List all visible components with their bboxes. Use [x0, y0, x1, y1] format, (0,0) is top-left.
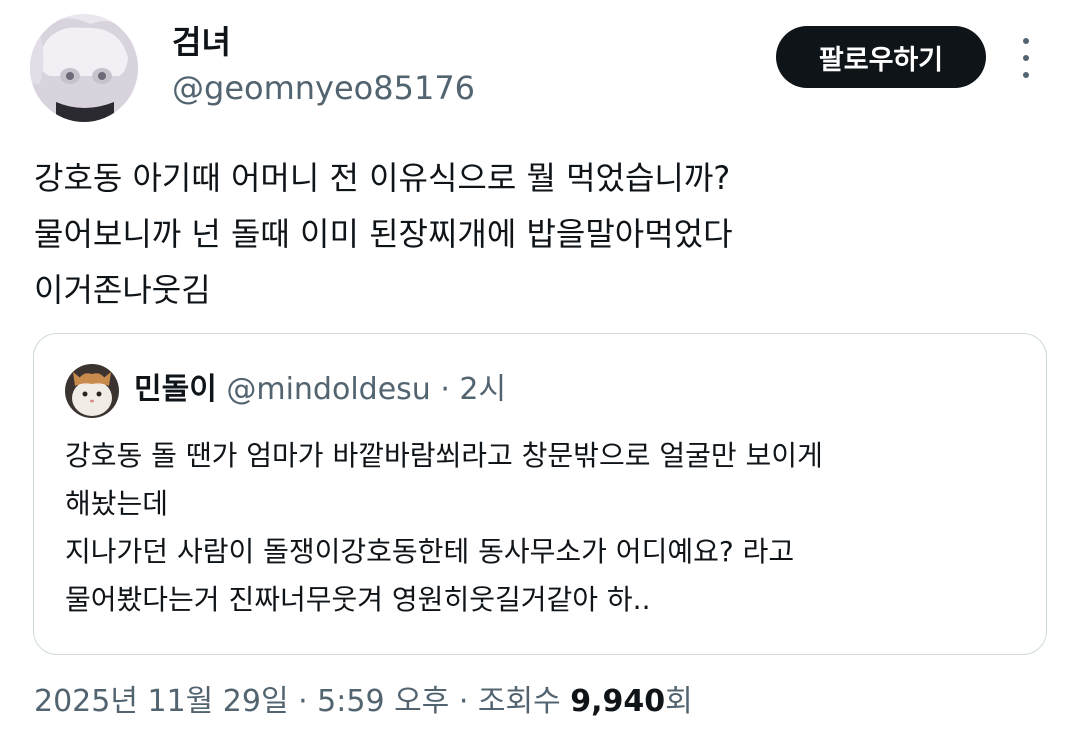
quoted-line: 지나가던 사람이 돌쟁이강호동한테 동사무소가 어디예요? 라고 — [65, 535, 795, 568]
tweet-text: 강호동 아기때 어머니 전 이유식으로 뭘 먹었습니까? 물어보니까 넌 돌때 … — [34, 150, 1044, 318]
quoted-line: 강호동 돌 땐가 엄마가 바깥바람쐬라고 창문밖으로 얼굴만 보이게 — [65, 439, 823, 472]
follow-button[interactable]: 팔로우하기 — [776, 26, 986, 88]
quoted-author-avatar — [65, 364, 119, 418]
quoted-text: 강호동 돌 땐가 엄마가 바깥바람쐬라고 창문밖으로 얼굴만 보이게 해놨는데 … — [65, 432, 1025, 624]
tweet-datetime[interactable]: 2025년 11월 29일 · 5:59 오후 · 조회수 — [34, 684, 570, 719]
quoted-line: 해놨는데 — [65, 487, 169, 520]
quoted-author-name: 민돌이 — [134, 372, 217, 407]
quoted-header: 민돌이 @mindoldesu · 2시 — [134, 370, 506, 410]
author-name[interactable]: 검녀 — [172, 22, 231, 62]
quoted-tweet[interactable]: 민돌이 @mindoldesu · 2시 강호동 돌 땐가 엄마가 바깥바람쐬라… — [33, 333, 1047, 655]
view-count-suffix: 회 — [665, 684, 693, 719]
quoted-time: · 2시 — [440, 372, 507, 407]
more-options-icon[interactable] — [1014, 38, 1038, 78]
tweet-line: 이거존나웃김 — [34, 271, 211, 309]
tweet-meta: 2025년 11월 29일 · 5:59 오후 · 조회수 9,940회 — [34, 680, 693, 724]
author-avatar[interactable] — [30, 14, 138, 122]
quoted-author-handle: @mindoldesu — [226, 372, 431, 407]
view-count: 9,940 — [570, 684, 666, 719]
tweet-line: 물어보니까 넌 돌때 이미 된장찌개에 밥을말아먹었다 — [34, 215, 733, 253]
author-handle[interactable]: @geomnyeo85176 — [172, 68, 475, 108]
quoted-line: 물어봤다는거 진짜너무웃겨 영원히웃길거같아 하.. — [65, 583, 651, 616]
tweet-line: 강호동 아기때 어머니 전 이유식으로 뭘 먹었습니까? — [34, 159, 731, 197]
